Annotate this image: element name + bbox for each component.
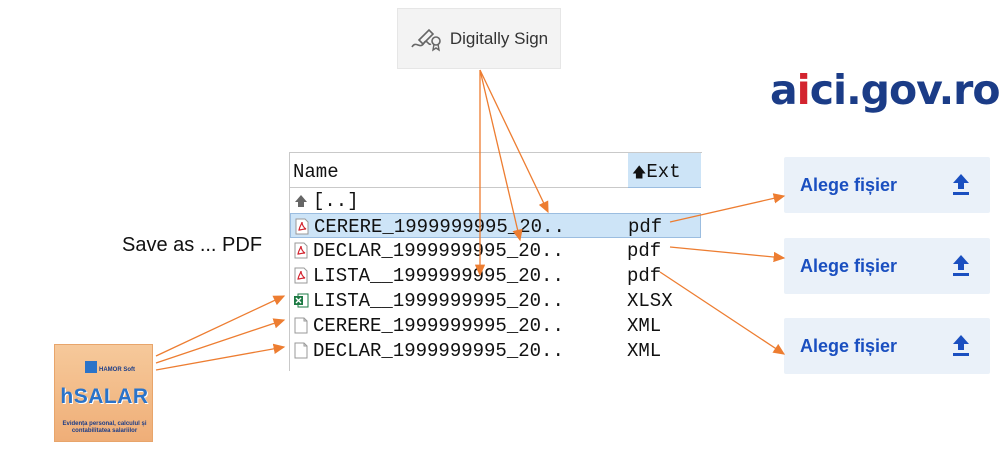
excel-file-icon <box>293 292 309 309</box>
file-ext: XML <box>627 340 662 362</box>
blank-file-icon <box>293 317 309 334</box>
upload-button-label: Alege fișier <box>800 255 898 276</box>
parent-directory-row[interactable]: [..] <box>290 188 701 213</box>
file-name: [..] <box>313 190 359 212</box>
hsalar-title: hSALAR <box>60 385 149 408</box>
file-row[interactable]: CERERE_1999999995_20.. XML <box>290 313 701 338</box>
upload-icon <box>953 335 969 356</box>
pdf-file-icon <box>293 267 309 284</box>
file-row[interactable]: DECLAR_1999999995_20.. XML <box>290 338 701 363</box>
file-row[interactable]: LISTA__1999999995_20.. pdf <box>290 263 701 288</box>
file-row[interactable]: LISTA__1999999995_20.. XLSX <box>290 288 701 313</box>
arrow-hsalar-to-declar-xml <box>155 343 286 371</box>
parent-folder-icon <box>293 192 309 209</box>
file-ext: XML <box>627 315 662 337</box>
digitally-sign-button[interactable]: Digitally Sign <box>397 8 561 69</box>
file-ext: pdf <box>627 240 662 262</box>
signature-pen-icon <box>411 28 441 51</box>
file-row[interactable]: CERERE_1999999995_20.. pdf <box>290 213 701 238</box>
upload-button-label: Alege fișier <box>800 335 898 356</box>
file-ext: pdf <box>628 216 663 238</box>
column-header-ext[interactable]: 🡅Ext <box>628 153 701 188</box>
aici-gov-logo: aici.gov.ro <box>770 66 1001 114</box>
upload-icon <box>953 174 969 195</box>
arrow-hsalar-to-xlsx <box>155 295 286 357</box>
digitally-sign-label: Digitally Sign <box>449 28 549 48</box>
file-name: LISTA__1999999995_20.. <box>313 290 564 312</box>
column-header-name[interactable]: Name <box>290 153 628 188</box>
pdf-file-icon <box>294 218 310 235</box>
upload-button-label: Alege fișier <box>800 174 898 195</box>
blank-file-icon <box>293 342 309 359</box>
file-ext: pdf <box>627 265 662 287</box>
upload-file-button-3[interactable]: Alege fișier <box>784 318 990 374</box>
sort-up-arrow-icon: 🡅 <box>632 166 647 182</box>
hamor-logo-icon <box>85 361 97 373</box>
file-name: DECLAR_1999999995_20.. <box>313 340 564 362</box>
file-name: LISTA__1999999995_20.. <box>313 265 564 287</box>
save-as-pdf-label: Save as ... PDF <box>122 234 263 256</box>
file-name: CERERE_1999999995_20.. <box>314 216 565 238</box>
upload-file-button-2[interactable]: Alege fișier <box>784 238 990 294</box>
hsalar-subtitle: Evidența personal, calculul și contabili… <box>62 421 147 434</box>
upload-file-button-1[interactable]: Alege fișier <box>784 157 990 213</box>
file-ext: XLSX <box>627 290 673 312</box>
file-list-panel: Name 🡅Ext [..] CERERE_1999999995_20.. pdf D… <box>289 152 702 371</box>
pdf-file-icon <box>293 242 309 259</box>
upload-icon <box>953 255 969 276</box>
hamor-brand: HAMOR Soft <box>99 367 135 373</box>
file-row[interactable]: DECLAR_1999999995_20.. pdf <box>290 238 701 263</box>
hsalar-app-logo: HAMOR Soft hSALAR Evidența personal, cal… <box>54 344 153 442</box>
file-list-header: Name 🡅Ext <box>290 153 702 188</box>
file-name: CERERE_1999999995_20.. <box>313 315 564 337</box>
file-name: DECLAR_1999999995_20.. <box>313 240 564 262</box>
arrow-hsalar-to-cerere-xml <box>155 318 286 364</box>
